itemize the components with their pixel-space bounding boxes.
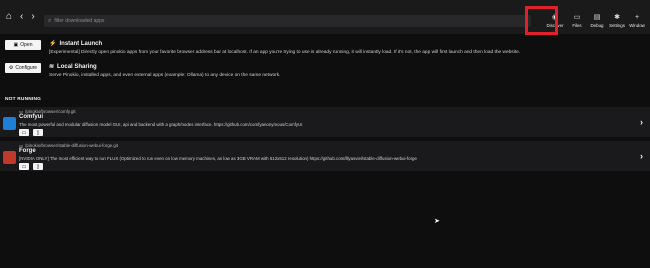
files-button[interactable]: ▭ Files [567,14,587,28]
instant-launch-title: ⚡ Instant Launch [49,40,520,48]
toolbar: ◉ Discover ▭ Files ▤ Debug ✱ Settings + … [543,14,647,28]
local-sharing-description: Serve Pinokio, installed apps, and even … [49,73,281,78]
folder-icon: ▭ [21,163,27,170]
debug-button[interactable]: ▤ Debug [587,14,607,28]
trash-icon: ▯ [36,129,40,136]
folder-icon: ▭ [573,14,581,21]
home-icon[interactable]: ⌂ [6,12,12,22]
mouse-cursor-icon: ➤ [434,218,440,225]
open-button[interactable]: ▣ Open [5,40,41,50]
instant-launch-row: ▣ Open ⚡ Instant Launch [Experimental] D… [5,40,520,55]
chevron-right-icon[interactable]: › [640,117,643,127]
app-row-comfyui[interactable]: ▭ /pinokio/browser/comfy.git Comfyui The… [0,107,650,137]
local-sharing-row: ⚙ Configure ≋ Local Sharing Serve Pinoki… [5,63,280,78]
search-bar[interactable]: ⌕ [44,15,531,27]
app-actions: ▭ ▯ [19,163,43,170]
configure-button[interactable]: ⚙ Configure [5,63,41,73]
nav-buttons: ⌂ ‹ › [0,12,35,22]
search-icon: ⌕ [48,17,52,24]
plus-icon: + [634,14,640,21]
settings-label: Settings [609,23,625,28]
gear-icon: ✱ [614,14,620,21]
open-folder-button[interactable]: ▭ [19,129,29,136]
search-input[interactable] [54,16,255,26]
trash-icon: ▯ [36,163,40,170]
window-label: Window [629,23,645,28]
files-label: Files [572,23,582,28]
settings-button[interactable]: ✱ Settings [607,14,627,28]
discover-highlight-box [525,6,558,35]
open-folder-button[interactable]: ▭ [19,163,29,170]
local-sharing-title: ≋ Local Sharing [49,63,280,71]
forward-icon[interactable]: › [31,12,34,22]
app-row-forge[interactable]: ▭ /pinokio/browser/stable-diffusion-webu… [0,141,650,171]
app-path-text: /pinokio/browser/stable-diffusion-webui-… [25,143,119,148]
app-thumbnail [3,117,16,130]
window-button[interactable]: + Window [627,14,647,28]
local-sharing-title-text: Local Sharing [57,63,97,70]
bolt-icon: ⚡ [49,41,57,47]
app-thumbnail [3,151,16,164]
instant-launch-title-text: Instant Launch [59,40,103,47]
app-description: The most powerful and modular diffusion … [19,122,303,127]
delete-button[interactable]: ▯ [33,163,43,170]
debug-icon: ▤ [593,14,601,21]
configure-icon: ⚙ [8,65,14,71]
debug-label: Debug [590,23,604,28]
instant-launch-description: [Experimental] Directly open pinokio app… [49,50,521,55]
section-label: NOT RUNNING [5,97,42,102]
open-label: Open [20,42,33,48]
chevron-right-icon[interactable]: › [640,151,643,161]
app-description: [NVIDIA ONLY] The most efficient way to … [19,156,417,161]
app-title: Forge [19,148,36,154]
configure-label: Configure [15,65,38,71]
back-icon[interactable]: ‹ [20,12,23,22]
open-icon: ▣ [13,42,19,48]
wifi-icon: ≋ [49,64,55,70]
app-actions: ▭ ▯ [19,129,43,136]
app-title: Comfyui [19,114,43,120]
folder-icon: ▭ [21,129,27,136]
delete-button[interactable]: ▯ [33,129,43,136]
